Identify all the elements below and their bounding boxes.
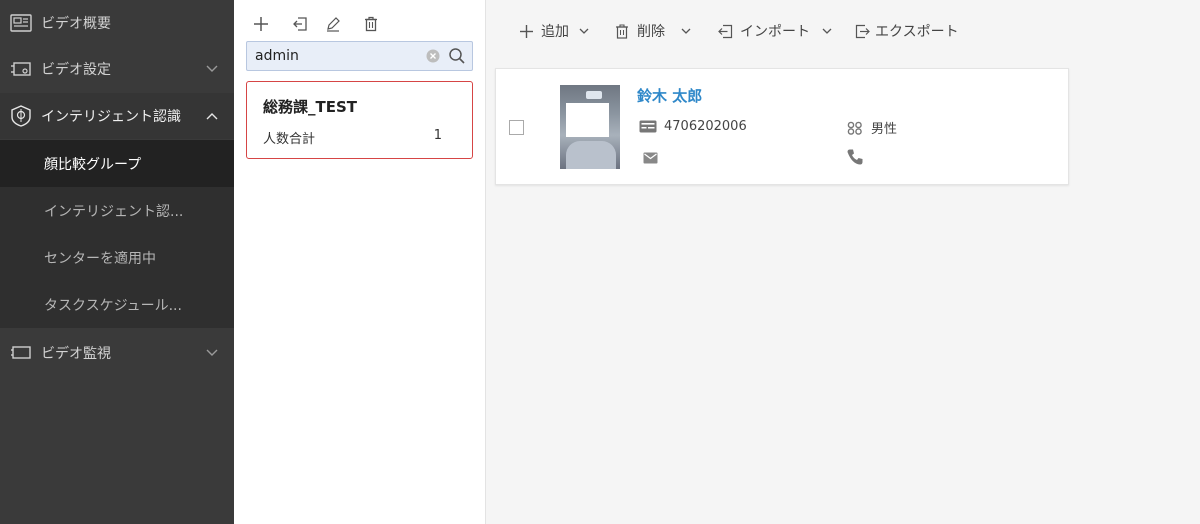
group-name: 総務課_TEST bbox=[263, 98, 358, 116]
import-icon[interactable] bbox=[290, 14, 310, 34]
person-gender-value: 男性 bbox=[871, 122, 898, 137]
chevron-down-icon bbox=[579, 26, 589, 36]
overview-icon bbox=[9, 13, 33, 33]
sidebar-item-video-overview[interactable]: ビデオ概要 bbox=[0, 0, 234, 46]
group-list-item[interactable]: 総務課_TEST 人数合計 1 bbox=[246, 81, 473, 159]
sidebar-submenu: 顔比較グループ インテリジェント認... センターを適用中 タスクスケジュール.… bbox=[0, 140, 234, 328]
person-photo bbox=[560, 85, 620, 169]
group-search bbox=[246, 41, 473, 71]
photo-ceiling-light bbox=[586, 91, 602, 99]
phone-icon bbox=[846, 149, 864, 165]
add-button[interactable]: 追加 bbox=[517, 20, 589, 42]
delete-icon bbox=[613, 22, 631, 40]
person-gender-field: 男性 bbox=[846, 118, 897, 137]
person-id-value: 4706202006 bbox=[664, 118, 747, 134]
delete-icon[interactable] bbox=[361, 14, 381, 34]
person-id-field: 4706202006 bbox=[639, 118, 747, 134]
sidebar-subitem-intelligent-recognition[interactable]: インテリジェント認... bbox=[0, 187, 234, 234]
sidebar: ビデオ概要 ビデオ設定 インテリジェント認識 顔比較グループ インテリジェント認… bbox=[0, 0, 234, 524]
person-card[interactable]: 鈴木 太郎 4706202006 男性 bbox=[495, 68, 1069, 185]
photo-redaction bbox=[566, 103, 609, 137]
export-button-label: エクスポート bbox=[875, 24, 959, 40]
export-icon bbox=[853, 22, 871, 40]
intelligent-recognition-icon bbox=[9, 105, 33, 127]
add-icon[interactable] bbox=[251, 14, 271, 34]
import-icon bbox=[716, 22, 734, 40]
sidebar-subitem-label: 顔比較グループ bbox=[44, 156, 142, 173]
monitor-icon bbox=[9, 343, 33, 363]
chevron-up-icon bbox=[206, 110, 218, 122]
import-button[interactable]: インポート bbox=[716, 20, 832, 42]
sidebar-subitem-label: インテリジェント認... bbox=[44, 203, 184, 220]
sidebar-subitem-label: タスクスケジュール... bbox=[44, 297, 182, 314]
add-icon bbox=[517, 22, 535, 40]
sidebar-subitem-task-schedule[interactable]: タスクスケジュール... bbox=[0, 281, 234, 328]
camera-settings-icon bbox=[9, 59, 33, 79]
chevron-down-icon bbox=[822, 26, 832, 36]
group-panel: 総務課_TEST 人数合計 1 bbox=[234, 0, 486, 524]
sidebar-subitem-face-comparison-group[interactable]: 顔比較グループ bbox=[0, 140, 234, 187]
chevron-down-icon bbox=[681, 26, 691, 36]
person-name[interactable]: 鈴木 太郎 bbox=[637, 85, 702, 106]
gender-icon bbox=[846, 120, 864, 136]
person-phone-field bbox=[846, 149, 871, 165]
chevron-down-icon bbox=[206, 63, 218, 75]
clear-icon[interactable] bbox=[426, 49, 440, 63]
export-button[interactable]: エクスポート bbox=[853, 20, 959, 42]
chevron-down-icon bbox=[206, 347, 218, 359]
sidebar-item-label: インテリジェント認識 bbox=[41, 109, 181, 125]
sidebar-item-intelligent-recognition[interactable]: インテリジェント認識 bbox=[0, 93, 234, 139]
email-icon bbox=[641, 150, 659, 166]
sidebar-item-label: ビデオ監視 bbox=[41, 346, 111, 362]
edit-icon[interactable] bbox=[323, 14, 343, 34]
add-button-label: 追加 bbox=[541, 24, 569, 40]
person-checkbox[interactable] bbox=[509, 120, 524, 135]
id-card-icon bbox=[639, 118, 657, 134]
sidebar-item-video-settings[interactable]: ビデオ設定 bbox=[0, 46, 234, 92]
sidebar-subitem-label: センターを適用中 bbox=[44, 250, 156, 267]
sidebar-item-label: ビデオ概要 bbox=[41, 16, 111, 32]
person-email-field bbox=[641, 150, 666, 166]
sidebar-item-label: ビデオ設定 bbox=[41, 62, 111, 78]
photo-body bbox=[566, 141, 616, 169]
main-content: 追加 削除 インポート エクスポート 鈴木 太郎 4706202006 男性 bbox=[486, 0, 1200, 524]
delete-button-label: 削除 bbox=[637, 24, 665, 40]
group-count-label: 人数合計 bbox=[263, 132, 316, 147]
import-button-label: インポート bbox=[740, 24, 810, 40]
sidebar-item-video-monitoring[interactable]: ビデオ監視 bbox=[0, 330, 234, 376]
sidebar-subitem-apply-center[interactable]: センターを適用中 bbox=[0, 234, 234, 281]
group-count-value: 1 bbox=[433, 128, 442, 143]
delete-button[interactable]: 削除 bbox=[613, 20, 691, 42]
search-icon[interactable] bbox=[448, 47, 466, 65]
search-input[interactable] bbox=[247, 48, 417, 64]
